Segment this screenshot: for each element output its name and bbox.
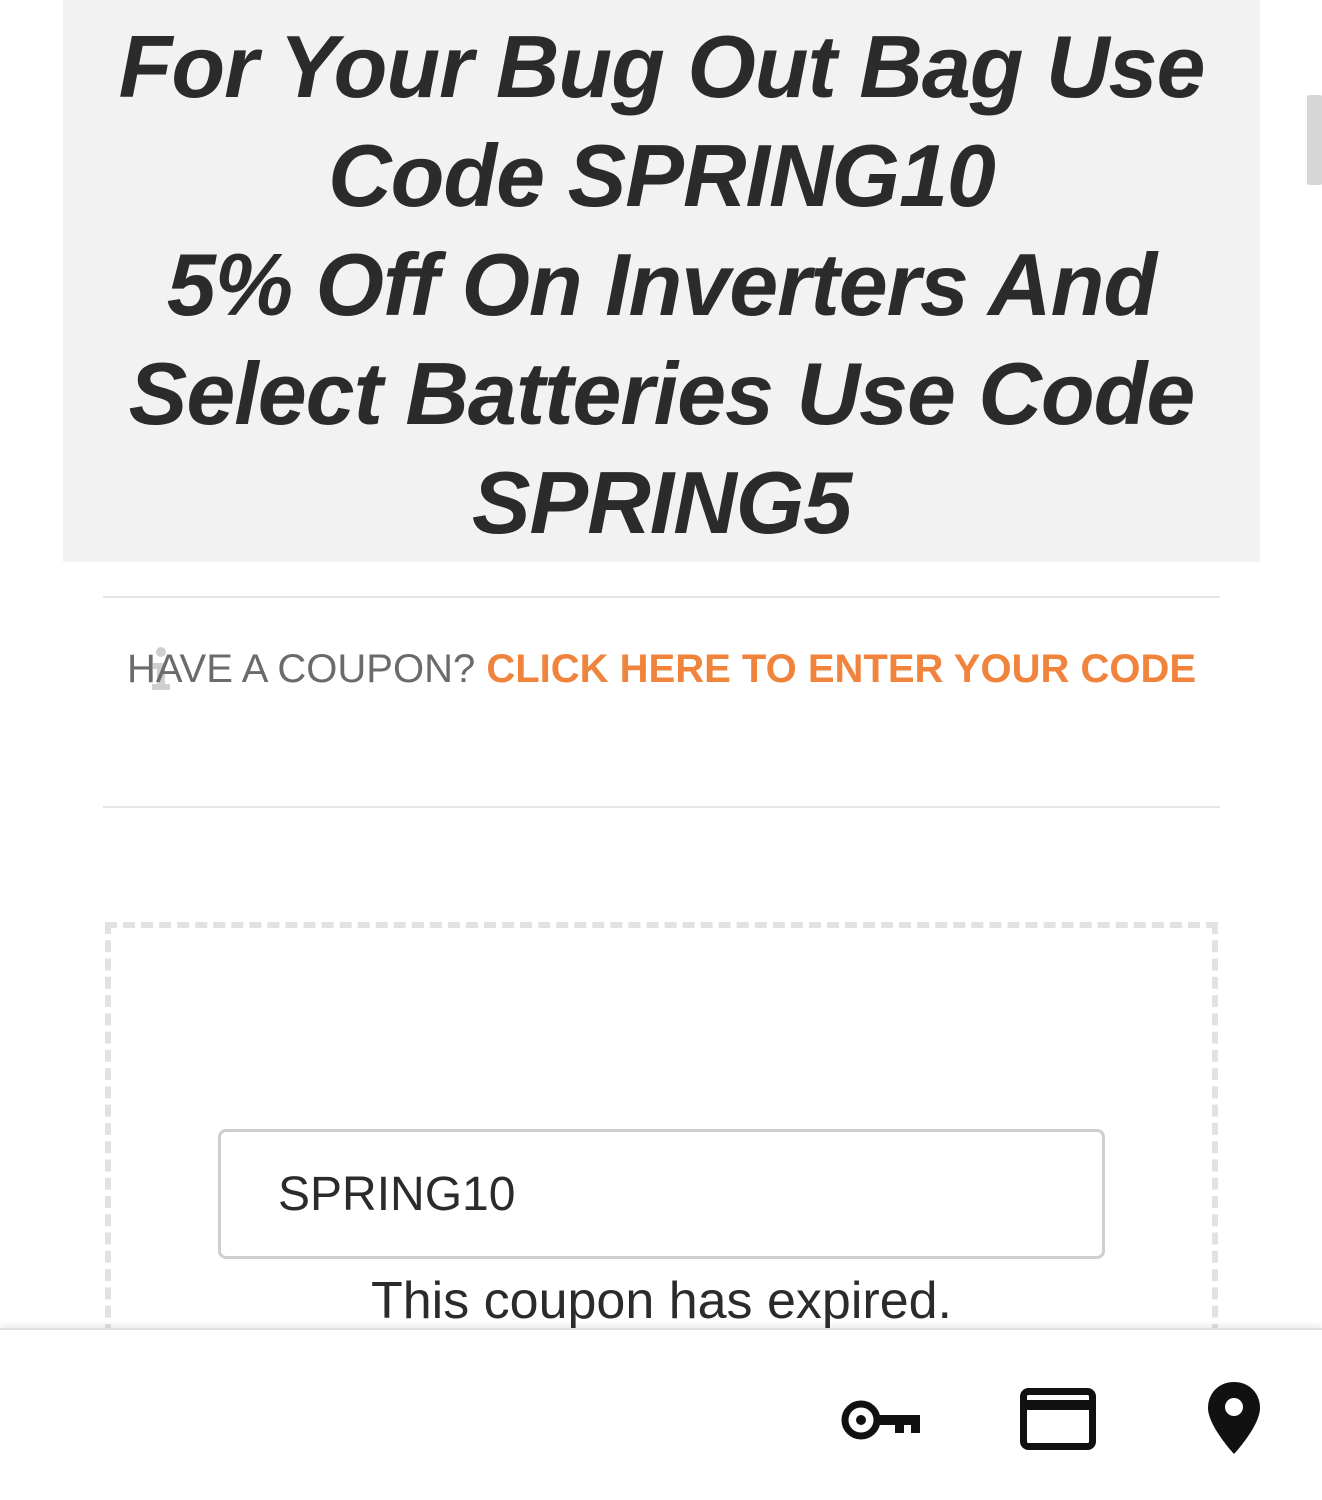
promo-line: Code SPRING10 — [328, 126, 996, 225]
divider — [103, 596, 1220, 598]
credit-card-icon[interactable] — [1020, 1388, 1096, 1450]
key-icon[interactable] — [840, 1398, 924, 1444]
divider — [103, 806, 1220, 808]
coupon-status-message: This coupon has expired. — [370, 1272, 952, 1330]
promo-line: SPRING5 — [471, 453, 852, 552]
coupon-notice-prefix: HAVE A COUPON? — [126, 647, 476, 691]
bottom-toolbar — [0, 1328, 1322, 1500]
checkout-page: For Your Bug Out Bag Use Code SPRING10 5… — [0, 0, 1322, 1500]
scrollbar-thumb[interactable] — [1307, 95, 1322, 185]
promo-line: For Your Bug Out Bag Use — [118, 17, 1206, 116]
location-pin-icon[interactable] — [1206, 1380, 1262, 1456]
coupon-notice: HAVE A COUPON? CLICK HERE TO ENTER YOUR … — [103, 636, 1220, 702]
promo-line: Select Batteries Use Code — [128, 344, 1196, 443]
coupon-code-input[interactable] — [218, 1129, 1105, 1259]
enter-coupon-link[interactable]: CLICK HERE TO ENTER YOUR CODE — [486, 647, 1196, 691]
promo-line: 5% Off On Inverters And — [166, 235, 1157, 334]
promo-banner: For Your Bug Out Bag Use Code SPRING10 5… — [63, 0, 1260, 562]
